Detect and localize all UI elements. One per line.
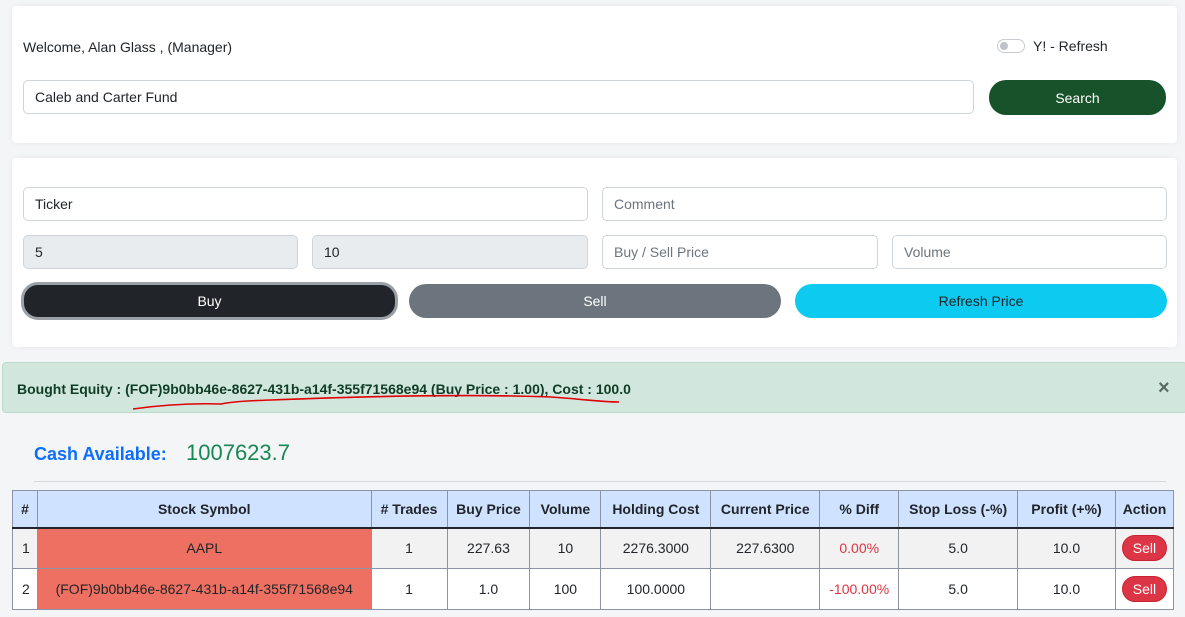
row-current-price: 227.6300 [710, 527, 821, 569]
col-header-profit: Profit (+%) [1017, 490, 1116, 529]
stop-loss-input[interactable]: 5 [23, 235, 298, 269]
col-header-buy-price: Buy Price [446, 490, 531, 529]
col-header-current-price: Current Price [710, 490, 821, 529]
row-buy-price: 1.0 [446, 568, 531, 610]
col-header-number: # [12, 490, 38, 529]
refresh-toggle-label: Y! - Refresh [1033, 38, 1108, 54]
row-profit: 10.0 [1017, 568, 1116, 610]
search-button[interactable]: Search [989, 80, 1166, 115]
fund-search-input[interactable]: Caleb and Carter Fund [23, 80, 974, 114]
divider [34, 481, 1166, 482]
row-diff: 0.00% [819, 527, 900, 569]
row-diff: -100.00% [819, 568, 900, 610]
table-row: 1 AAPL 1 227.63 10 2276.3000 227.6300 0.… [12, 527, 1175, 569]
row-profit: 10.0 [1017, 527, 1116, 569]
profit-input[interactable]: 10 [312, 235, 588, 269]
row-buy-price: 227.63 [446, 527, 531, 569]
row-sell-button[interactable]: Sell [1121, 576, 1168, 602]
row-action: Sell [1114, 527, 1175, 569]
row-volume: 100 [529, 568, 602, 610]
row-current-price [710, 568, 821, 610]
row-sell-button[interactable]: Sell [1121, 535, 1168, 562]
refresh-toggle[interactable] [997, 39, 1025, 53]
cash-available-value: 1007623.7 [186, 440, 290, 465]
col-header-symbol: Stock Symbol [36, 490, 372, 529]
cash-available-label: Cash Available: [34, 444, 167, 464]
buy-button[interactable]: Buy [21, 282, 398, 320]
row-trades: 1 [370, 568, 448, 610]
row-holding-cost: 100.0000 [600, 568, 712, 610]
success-alert: Bought Equity : (FOF)9b0bb46e-8627-431b-… [2, 362, 1185, 413]
col-header-volume: Volume [529, 490, 602, 529]
row-number: 2 [12, 568, 38, 610]
table-row: 2 (FOF)9b0bb46e-8627-431b-a14f-355f71568… [12, 568, 1175, 610]
col-header-trades: # Trades [370, 490, 448, 529]
toggle-knob [1000, 42, 1008, 50]
row-symbol: AAPL [36, 527, 372, 569]
trade-form-card: Ticker Comment 5 10 Buy / Sell Price Vol… [12, 158, 1177, 347]
table-header-row: # Stock Symbol # Trades Buy Price Volume… [12, 490, 1175, 529]
row-stop-loss: 5.0 [898, 568, 1019, 610]
row-holding-cost: 2276.3000 [600, 527, 712, 569]
row-stop-loss: 5.0 [898, 527, 1019, 569]
ticker-input[interactable]: Ticker [23, 187, 588, 221]
sell-button[interactable]: Sell [409, 284, 781, 318]
welcome-text: Welcome, Alan Glass , (Manager) [23, 39, 233, 55]
row-action: Sell [1114, 568, 1175, 610]
col-header-action: Action [1114, 490, 1175, 529]
col-header-holding-cost: Holding Cost [600, 490, 712, 529]
holdings-table: # Stock Symbol # Trades Buy Price Volume… [12, 490, 1175, 610]
price-input[interactable]: Buy / Sell Price [602, 235, 878, 269]
row-symbol: (FOF)9b0bb46e-8627-431b-a14f-355f71568e9… [36, 568, 372, 610]
col-header-diff: % Diff [819, 490, 900, 529]
red-underline-annotation [132, 394, 620, 410]
refresh-price-button[interactable]: Refresh Price [795, 284, 1167, 318]
row-volume: 10 [529, 527, 602, 569]
header-card: Welcome, Alan Glass , (Manager) Y! - Ref… [12, 6, 1177, 143]
row-number: 1 [12, 527, 38, 569]
col-header-stop-loss: Stop Loss (-%) [898, 490, 1019, 529]
close-icon[interactable]: × [1158, 377, 1170, 400]
comment-input[interactable]: Comment [602, 187, 1167, 221]
volume-input[interactable]: Volume [892, 235, 1167, 269]
row-trades: 1 [370, 527, 448, 569]
